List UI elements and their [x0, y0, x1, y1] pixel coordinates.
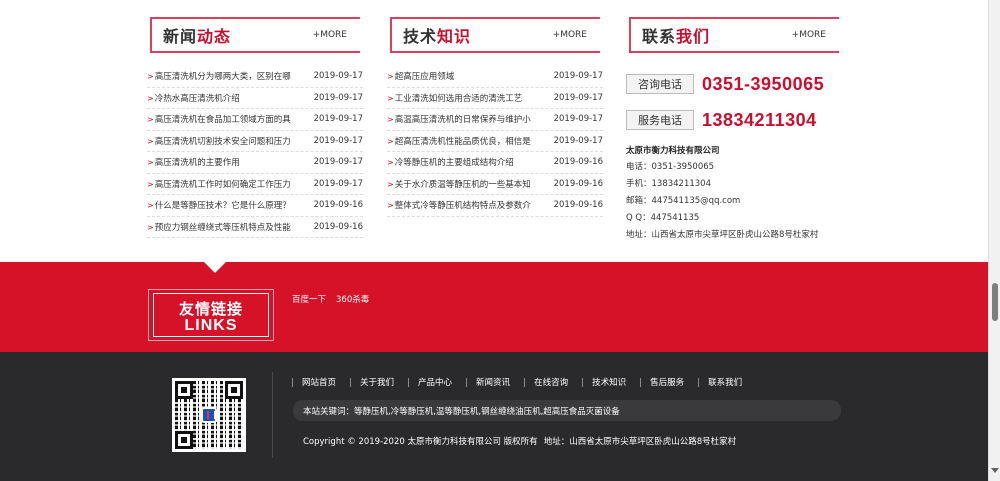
tech-title: 技术知识 — [403, 27, 472, 46]
friend-links-title-en: LINKS — [184, 317, 238, 334]
tech-item[interactable]: >超高压应用领域 2019-09-17 — [387, 66, 603, 88]
footer-nav-news[interactable]: 新闻资讯 — [476, 376, 510, 388]
news-item[interactable]: >高压清洗机在食品加工领域方面的具 2019-09-17 — [147, 109, 363, 131]
news-title: 新闻动态 — [163, 27, 232, 46]
friend-links-title: 友情链接 — [178, 300, 243, 318]
arrow-icon: > — [387, 136, 394, 146]
news-list: >高压清洗机分为哪两大类，区别在哪 2019-09-17 >冷热水高压清洗机介绍 2… — [147, 66, 363, 238]
tech-item[interactable]: >超高压清洗机性能品质优良，相信是 2019-09-17 — [387, 131, 603, 152]
tech-header: 技术知识 +MORE — [387, 13, 603, 57]
arrow-icon: > — [147, 179, 154, 189]
tech-item[interactable]: >冷等静压机的主要组成结构介绍 2019-09-16 — [387, 152, 603, 174]
friend-link[interactable]: 360杀毒 — [336, 293, 369, 305]
copyright-text: Copyright © 2019-2020 太原市衡力科技有限公司 版权所有 — [303, 437, 538, 447]
arrow-icon: > — [387, 115, 394, 125]
footer-nav-home[interactable]: 网站首页 — [302, 376, 336, 388]
arrow-icon: > — [147, 115, 154, 125]
footer-nav-consult[interactable]: 在线咨询 — [534, 376, 568, 388]
arrow-icon: > — [147, 72, 154, 82]
friend-link[interactable]: 百度一下 — [292, 293, 326, 305]
contact-title: 联系我们 — [642, 27, 711, 46]
company-name: 太原市衡力科技有限公司 — [626, 146, 720, 156]
content-area: 新闻动态 +MORE >高压清洗机分为哪两大类，区别在哪 2019-09-17 >… — [0, 0, 988, 262]
page-scrollbar[interactable] — [988, 0, 1000, 481]
arrow-icon: > — [387, 158, 394, 168]
footer-nav-about[interactable]: 关于我们 — [360, 376, 394, 388]
friend-links-list: 百度一下 360杀毒 — [292, 293, 369, 305]
news-item[interactable]: >高压清洗机工作时如何确定工作压力 2019-09-17 — [147, 174, 363, 195]
arrow-icon: > — [147, 158, 154, 168]
service-phone-label: 服务电话 — [626, 110, 694, 130]
news-more-link[interactable]: +MORE — [313, 30, 347, 40]
contact-more-link[interactable]: +MORE — [792, 30, 826, 40]
footer-address: 地址：山西省太原市尖草坪区卧虎山公路8号杜家村 — [543, 437, 737, 447]
contact-address: 地址：山西省太原市尖草坪区卧虎山公路8号杜家村 — [626, 230, 819, 240]
footer-nav: 网站首页 关于我们 产品中心 新闻资讯 在线咨询 技术知识 售后服务 联系我们 — [292, 376, 756, 388]
footer: 网站首页 关于我们 产品中心 新闻资讯 在线咨询 技术知识 售后服务 联系我们 … — [0, 352, 988, 481]
consult-phone-number: 0351-3950065 — [702, 73, 825, 94]
news-item[interactable]: >预应力钢丝缠绕式等压机特点及性能 2019-09-16 — [147, 217, 363, 238]
arrow-icon: > — [387, 179, 394, 189]
copyright-line: Copyright © 2019-2020 太原市衡力科技有限公司 版权所有 地址… — [303, 435, 736, 447]
arrow-icon: > — [147, 222, 154, 232]
contact-mobile: 手机：13834211304 — [626, 179, 711, 189]
contact-info: 咨询电话 0351-3950065 服务电话 13834211304 太原市衡力… — [626, 66, 842, 241]
scrollbar-thumb[interactable] — [992, 283, 998, 321]
tech-more-link[interactable]: +MORE — [553, 30, 587, 40]
notch-decoration — [204, 262, 226, 273]
consult-phone-label: 咨询电话 — [626, 74, 694, 94]
tech-item[interactable]: >整体式冷等静压机结构特点及参数介 2019-09-16 — [387, 195, 603, 217]
tech-item[interactable]: >高温高压清洗机的日常保养与维护小 2019-09-17 — [387, 109, 603, 131]
footer-nav-tech[interactable]: 技术知识 — [592, 376, 626, 388]
tech-item[interactable]: >关于水介质温等静压机的一些基本知 2019-09-16 — [387, 174, 603, 195]
contact-phone: 电话：0351-3950065 — [626, 162, 715, 172]
news-item[interactable]: >冷热水高压清洗机介绍 2019-09-17 — [147, 88, 363, 109]
service-phone-number: 13834211304 — [702, 109, 817, 130]
tech-item[interactable]: >工业清洗如何选用合适的清洗工艺 2019-09-17 — [387, 88, 603, 109]
qr-code-image — [172, 378, 246, 452]
footer-nav-service[interactable]: 售后服务 — [650, 376, 684, 388]
contact-email: 邮箱：447541135@qq.com — [626, 196, 741, 206]
news-item[interactable]: >什么是等静压技术？它是什么原理？ 2019-09-16 — [147, 195, 363, 217]
footer-divider — [272, 372, 273, 458]
brand-logo-icon — [201, 407, 217, 423]
contact-qq: Q Q：447541135 — [626, 213, 700, 223]
footer-nav-contact[interactable]: 联系我们 — [708, 376, 742, 388]
friend-links-badge: 友情链接 LINKS — [148, 289, 274, 341]
scroll-down-arrow-icon[interactable] — [991, 468, 999, 473]
site-keywords: 本站关键词：等静压机,冷等静压机,温等静压机,钢丝缠绕油压机,超高压食品灭菌设备 — [293, 400, 841, 421]
footer-nav-products[interactable]: 产品中心 — [418, 376, 452, 388]
news-header: 新闻动态 +MORE — [147, 13, 363, 57]
arrow-icon: > — [387, 72, 394, 82]
contact-header: 联系我们 +MORE — [626, 13, 842, 57]
arrow-icon: > — [147, 201, 154, 211]
arrow-icon: > — [147, 136, 154, 146]
service-phone-row: 服务电话 13834211304 — [626, 102, 842, 138]
tech-list: >超高压应用领域 2019-09-17 >工业清洗如何选用合适的清洗工艺 2019-… — [387, 66, 603, 217]
news-item[interactable]: >高压清洗机切割技术安全问题和压力 2019-09-17 — [147, 131, 363, 152]
arrow-icon: > — [387, 93, 394, 103]
arrow-icon: > — [387, 201, 394, 211]
news-item[interactable]: >高压清洗机的主要作用 2019-09-17 — [147, 152, 363, 174]
consult-phone-row: 咨询电话 0351-3950065 — [626, 66, 842, 102]
news-item[interactable]: >高压清洗机分为哪两大类，区别在哪 2019-09-17 — [147, 66, 363, 88]
arrow-icon: > — [147, 93, 154, 103]
friend-links-band: 友情链接 LINKS 百度一下 360杀毒 — [0, 262, 988, 352]
